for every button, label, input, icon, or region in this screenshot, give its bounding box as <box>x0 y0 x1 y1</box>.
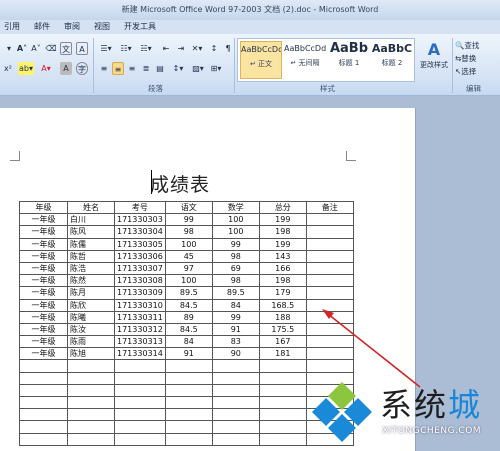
watermark-brand-a: 系统 <box>380 386 449 424</box>
watermark-logo <box>312 382 372 442</box>
watermark-url: XITONGCHENG.COM <box>382 426 482 436</box>
watermark-brand: 系统城 <box>380 380 482 426</box>
watermark-brand-b: 城 <box>448 386 483 424</box>
